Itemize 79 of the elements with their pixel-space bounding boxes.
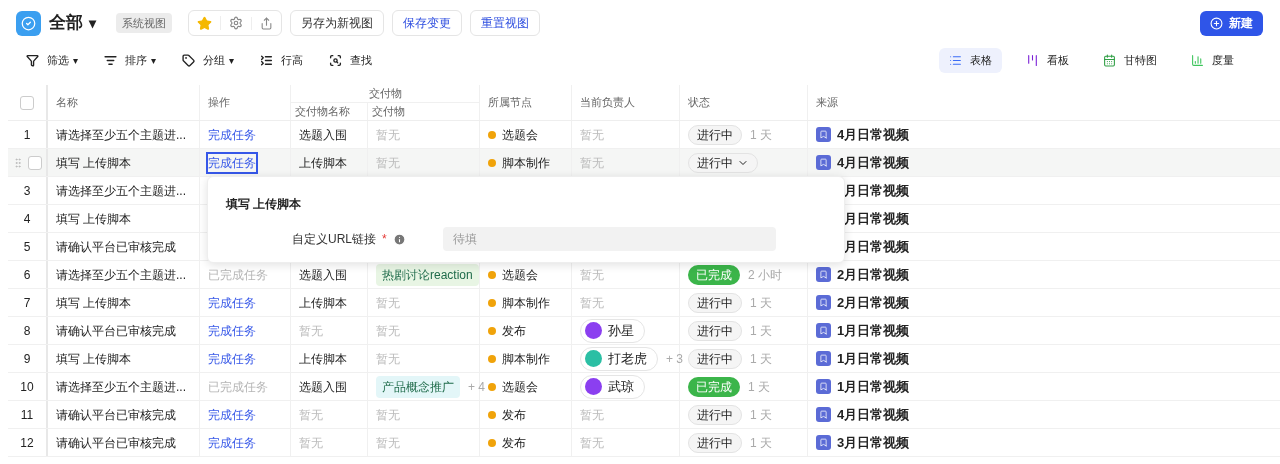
node-name: 选题会 [502, 378, 538, 396]
empty-value: 暂无 [580, 266, 604, 284]
empty-value: 暂无 [376, 350, 400, 368]
duration: 1 天 [750, 434, 772, 452]
task-name: 填写 上传脚本 [56, 154, 132, 172]
column-header: 当前负责人 [580, 95, 635, 111]
node-name: 选题会 [502, 266, 538, 284]
deliverable-name: 选题入围 [299, 266, 347, 284]
row-number: 11 [20, 406, 34, 424]
node-name: 脚本制作 [502, 294, 550, 312]
empty-value: 暂无 [376, 434, 400, 452]
duration: 2 小时 [748, 266, 782, 284]
empty-value: 暂无 [580, 434, 604, 452]
required-mark: * [382, 231, 387, 248]
empty-value: 暂无 [376, 322, 400, 340]
deliverable-name: 上传脚本 [299, 294, 347, 312]
task-name: 填写 上传脚本 [56, 294, 132, 312]
column-header: 交付物名称 [295, 104, 350, 120]
task-name: 请选择至少五个主题进... [56, 182, 186, 200]
deliverable-tag: 热剧讨论reaction [376, 263, 479, 286]
more-count: + 3 [666, 350, 683, 368]
empty-value: 暂无 [376, 406, 400, 424]
column-header: 交付物 [372, 104, 405, 120]
field-label: 自定义URL链接 [292, 231, 376, 248]
task-name: 填写 上传脚本 [56, 350, 132, 368]
node-name: 发布 [502, 322, 526, 340]
task-name: 请确认平台已审核完成 [56, 434, 176, 452]
empty-value: 暂无 [580, 406, 604, 424]
column-group-header: 交付物 [368, 86, 402, 102]
duration: 1 天 [750, 406, 772, 424]
task-name: 请选择至少五个主题进... [56, 126, 186, 144]
task-name: 请选择至少五个主题进... [56, 266, 186, 284]
deliverable-name: 上传脚本 [299, 350, 347, 368]
row-number: 7 [23, 294, 31, 312]
row-number: 8 [23, 322, 31, 340]
row-number: 5 [23, 238, 31, 256]
duration: 1 天 [750, 350, 772, 368]
row-number: 6 [23, 266, 31, 284]
more-count: + 4 [468, 378, 485, 396]
popup-title: 填写 上传脚本 [226, 196, 303, 213]
empty-value: 暂无 [376, 126, 400, 144]
task-name: 请确认平台已审核完成 [56, 322, 176, 340]
deliverable-name: 选题入围 [299, 378, 347, 396]
column-header: 来源 [816, 95, 838, 111]
empty-value: 暂无 [580, 294, 604, 312]
node-name: 选题会 [502, 126, 538, 144]
node-name: 发布 [502, 434, 526, 452]
row-number: 4 [23, 210, 31, 228]
completed-task-label: 已完成任务 [208, 378, 268, 396]
task-name: 填写 上传脚本 [56, 210, 132, 228]
row-number: 12 [20, 434, 34, 452]
empty-value: 暂无 [580, 126, 604, 144]
completed-task-label: 已完成任务 [208, 266, 268, 284]
task-name: 请确认平台已审核完成 [56, 406, 176, 424]
view-badge: 系统视图 [116, 12, 172, 34]
deliverable-name: 暂无 [299, 406, 323, 424]
duration: 1 天 [750, 126, 772, 144]
row-number: 9 [23, 350, 31, 368]
deliverable-name: 上传脚本 [299, 154, 347, 172]
deliverable-tag: 产品概念推广 [376, 375, 460, 398]
task-name: 请选择至少五个主题进... [56, 378, 186, 396]
column-header: 操作 [208, 95, 230, 111]
row-number: 3 [23, 182, 31, 200]
task-name: 请确认平台已审核完成 [56, 238, 176, 256]
deliverable-name: 暂无 [299, 434, 323, 452]
node-name: 脚本制作 [502, 154, 550, 172]
node-name: 发布 [502, 406, 526, 424]
deliverable-name: 暂无 [299, 322, 323, 340]
row-number: 1 [23, 126, 31, 144]
node-name: 脚本制作 [502, 350, 550, 368]
duration: 1 天 [750, 294, 772, 312]
row-number: 10 [20, 378, 34, 396]
column-header: 所属节点 [488, 95, 532, 111]
column-header: 状态 [688, 95, 710, 111]
column-header: 名称 [56, 95, 78, 111]
duration: 1 天 [750, 322, 772, 340]
duration: 1 天 [748, 378, 770, 396]
empty-value: 暂无 [376, 294, 400, 312]
deliverable-name: 选题入围 [299, 126, 347, 144]
